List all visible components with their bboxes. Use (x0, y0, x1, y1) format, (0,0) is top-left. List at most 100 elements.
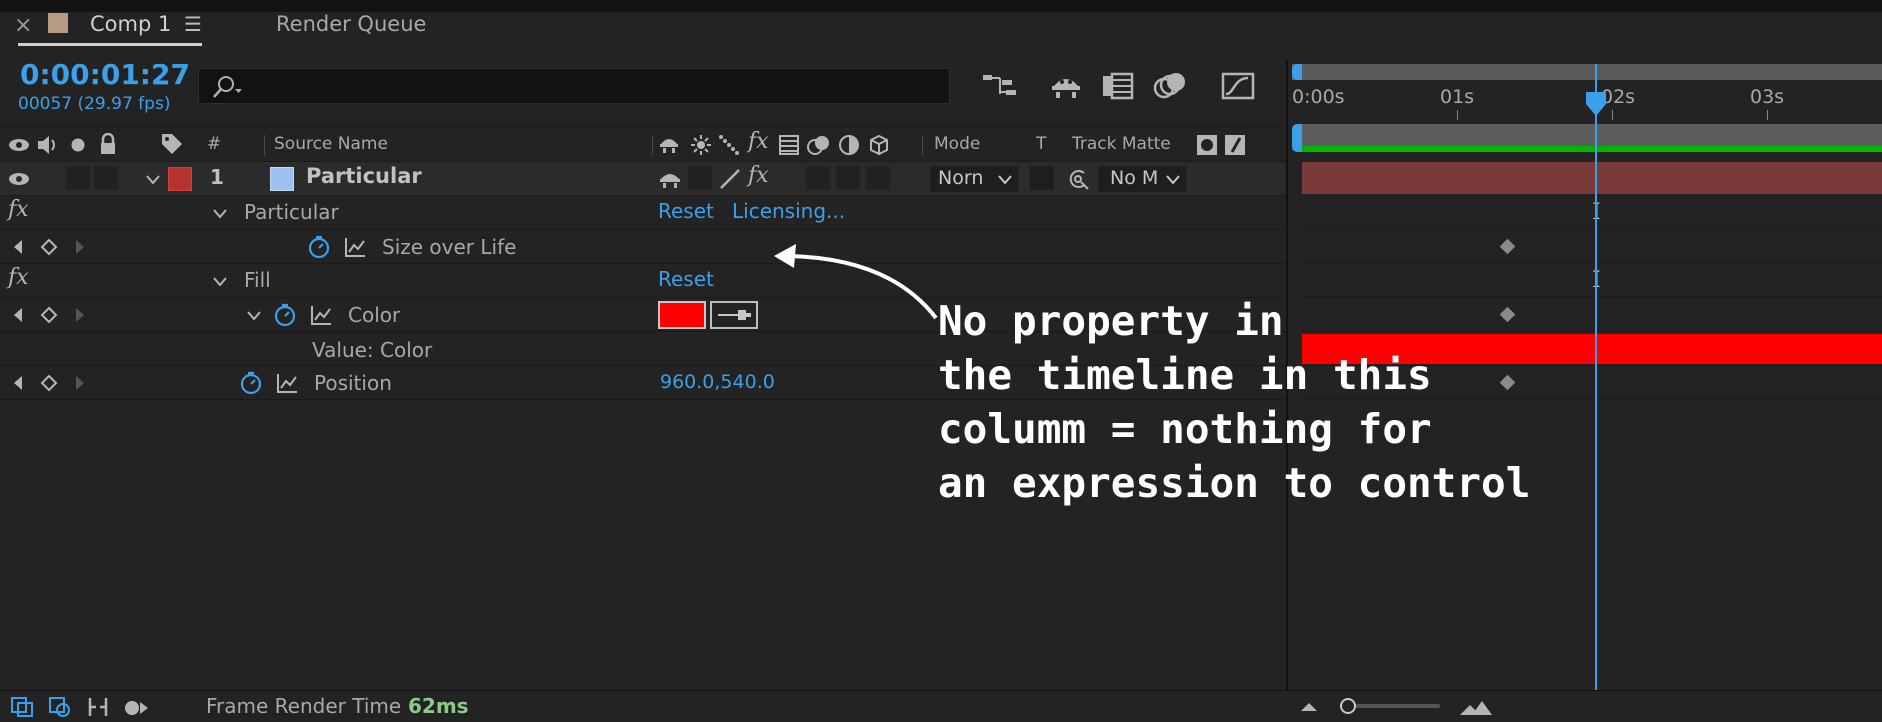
timeline-property-row (1302, 230, 1882, 264)
ruler-tick (1767, 110, 1768, 120)
audio-speaker-icon[interactable] (36, 134, 60, 156)
search-field[interactable] (198, 68, 950, 104)
reset-link[interactable]: Reset (658, 199, 714, 223)
prev-keyframe-icon[interactable] (12, 375, 24, 391)
chevron-down-icon (1166, 175, 1180, 185)
tab-render-queue[interactable]: Render Queue (276, 12, 426, 36)
position-value[interactable]: 960.0,540.0 (660, 371, 775, 393)
frame-blending-icon[interactable] (1100, 70, 1136, 102)
fx-icon: fx (8, 265, 29, 290)
column-track-matte-header[interactable]: Track Matte (1072, 134, 1171, 154)
effects-fx-switch-icon[interactable]: fx (748, 163, 769, 188)
switch-box[interactable] (836, 166, 860, 190)
window-top-strip (0, 0, 1882, 12)
next-keyframe-icon[interactable] (74, 375, 86, 391)
property-name: Color (348, 303, 401, 327)
column-header-row: # Source Name fx Mode T Track Matte (0, 126, 1287, 162)
track-matte-dropdown[interactable]: No M (1098, 166, 1186, 192)
close-icon[interactable]: × (14, 13, 32, 38)
annotation-text: No property in the timeline in this colu… (938, 294, 1530, 510)
layer-label-color[interactable] (168, 167, 192, 191)
mode-value: Norn (938, 167, 984, 189)
shy-switch-icon[interactable] (658, 169, 682, 191)
zoom-slider[interactable] (1340, 698, 1440, 714)
layer-visibility-eye-icon[interactable] (8, 171, 30, 187)
stopwatch-icon[interactable] (272, 302, 298, 328)
timeline-layer-row (1302, 162, 1882, 196)
effect-row-particular[interactable]: fx Particular Reset Licensing... (0, 196, 1287, 230)
zoom-out-icon[interactable] (1298, 699, 1320, 715)
column-divider (652, 135, 653, 155)
motion-blur-icon[interactable] (1152, 70, 1190, 102)
navigator-start-handle[interactable] (1292, 64, 1302, 80)
tab-comp-1[interactable]: Comp 1 (90, 12, 171, 36)
zoom-slider-thumb[interactable] (1340, 698, 1356, 714)
chevron-down-icon[interactable] (246, 310, 262, 322)
quality-slash-icon[interactable] (718, 167, 742, 191)
effect-name: Fill (244, 268, 271, 292)
composition-flowchart-icon[interactable] (982, 70, 1018, 102)
transfer-controls-toggle-icon[interactable] (48, 696, 72, 718)
graph-editor-icon[interactable] (1220, 70, 1256, 102)
column-divider (264, 135, 265, 155)
eyedropper-icon (718, 310, 751, 320)
add-keyframe-icon[interactable] (40, 374, 58, 392)
solo-dot-icon[interactable] (70, 137, 86, 153)
playhead-handle-icon[interactable] (1584, 90, 1608, 118)
effect-row-fill[interactable]: fx Fill Reset (0, 264, 1287, 298)
keyframe-diamond-icon[interactable] (1499, 238, 1516, 255)
video-switch-eye-icon[interactable] (8, 137, 30, 153)
reset-link[interactable]: Reset (658, 267, 714, 291)
render-time-toggle-icon[interactable] (122, 696, 150, 718)
eyedropper-button[interactable] (710, 301, 758, 329)
label-tag-icon[interactable] (160, 132, 184, 156)
chevron-down-icon[interactable] (212, 208, 228, 220)
chevron-down-icon[interactable] (212, 276, 228, 288)
licensing-link[interactable]: Licensing... (732, 199, 845, 223)
layer-row[interactable]: 1 Particular fx Norn No M (0, 162, 1287, 196)
next-keyframe-icon[interactable] (74, 239, 86, 255)
graph-icon[interactable] (344, 236, 366, 258)
prev-keyframe-icon[interactable] (12, 307, 24, 323)
solo-switch-box[interactable] (66, 166, 90, 190)
layer-name[interactable]: Particular (306, 164, 422, 188)
chevron-down-icon[interactable] (145, 174, 161, 186)
pick-whip-icon[interactable] (1066, 167, 1090, 191)
add-keyframe-icon[interactable] (40, 306, 58, 324)
lock-switch-box[interactable] (94, 166, 118, 190)
timeline-effect-row: I (1302, 264, 1882, 298)
switch-box[interactable] (866, 166, 890, 190)
zoom-in-icon[interactable] (1458, 697, 1494, 717)
shy-layers-icon[interactable] (1048, 70, 1084, 102)
column-mode-header[interactable]: Mode (934, 134, 980, 154)
stopwatch-icon[interactable] (238, 370, 264, 396)
current-time-display[interactable]: 0:00:01:27 (20, 58, 190, 91)
prev-keyframe-icon[interactable] (12, 239, 24, 255)
layer-duration-bar[interactable] (1302, 162, 1882, 194)
column-source-name-header[interactable]: Source Name (274, 134, 388, 154)
graph-icon[interactable] (276, 372, 298, 394)
current-time-indicator[interactable] (1595, 64, 1597, 690)
property-row-size-over-life[interactable]: Size over Life (0, 230, 1287, 264)
switch-box[interactable] (806, 166, 830, 190)
stopwatch-icon[interactable] (306, 234, 332, 260)
panel-menu-icon[interactable]: ☰ (184, 12, 202, 36)
next-keyframe-icon[interactable] (74, 307, 86, 323)
value-label: Value: Color (312, 338, 433, 362)
annotation-line: No property in (938, 297, 1284, 345)
preserve-transparency-box[interactable] (1030, 166, 1054, 190)
annotation-line: the timeline in this (938, 351, 1432, 399)
time-navigator-bar[interactable] (1292, 64, 1882, 80)
switch-box[interactable] (688, 166, 712, 190)
graph-icon[interactable] (310, 304, 332, 326)
work-area-bar[interactable] (1302, 124, 1882, 152)
work-area-start-handle[interactable] (1292, 124, 1302, 152)
layer-switches-toggle-icon[interactable] (10, 696, 34, 718)
collapse-sun-icon (691, 135, 711, 155)
mode-dropdown[interactable]: Norn (930, 166, 1018, 192)
color-swatch[interactable] (658, 301, 706, 329)
in-out-toggle-icon[interactable] (86, 696, 110, 718)
add-keyframe-icon[interactable] (40, 238, 58, 256)
search-input[interactable] (249, 73, 939, 99)
lock-icon[interactable] (98, 133, 118, 155)
